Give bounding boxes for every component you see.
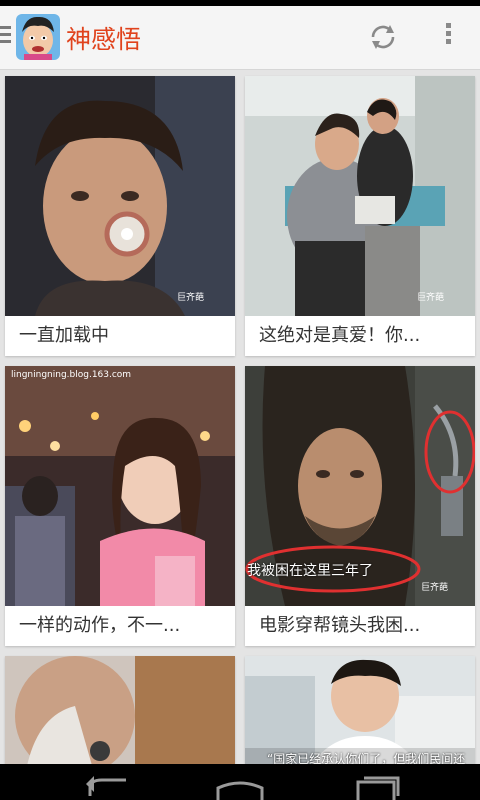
back-icon[interactable]	[80, 774, 140, 800]
image-subtitle: 我被困在这里三年了	[247, 563, 373, 579]
card-image: 巨齐葩	[5, 76, 235, 316]
feed-card[interactable]: 巨齐葩 一直加载中	[5, 76, 235, 356]
image-subtitle: “国家已经承认你们了，但我们民间还	[267, 752, 466, 764]
image-watermark: 巨齐葩	[421, 583, 449, 593]
app-title: 神感悟	[66, 25, 142, 54]
feed-grid: 巨齐葩 一直加载中 巨齐葩 这绝对是真爱！你... lingningning.b…	[0, 70, 480, 764]
image-watermark: 巨齐葩	[177, 293, 205, 303]
card-caption: 一直加载中	[19, 325, 109, 346]
image-watermark: 巨齐葩	[417, 293, 445, 303]
overflow-menu-icon[interactable]	[436, 20, 460, 54]
refresh-icon[interactable]	[366, 20, 400, 54]
home-icon[interactable]	[210, 774, 270, 800]
card-image: “国家已经承认你们了，但我们民间还	[245, 656, 475, 764]
card-caption: 这绝对是真爱！你...	[259, 325, 421, 346]
hamburger-icon[interactable]	[0, 22, 14, 52]
card-caption: 一样的动作，不一...	[19, 615, 181, 636]
card-caption: 电影穿帮镜头我困...	[259, 615, 421, 636]
app-logo[interactable]	[16, 14, 60, 60]
card-image: 巨齐葩	[245, 76, 475, 316]
card-image: lingningning.blog.163.com	[5, 366, 235, 606]
recents-icon[interactable]	[346, 774, 406, 800]
navigation-bar	[0, 764, 480, 800]
image-watermark: lingningning.blog.163.com	[11, 370, 132, 380]
feed-card[interactable]: “国家已经承认你们了，但我们民间还	[245, 656, 475, 764]
card-image	[5, 656, 235, 764]
action-bar: 神感悟	[0, 6, 480, 70]
feed-card[interactable]: 我被困在这里三年了 巨齐葩 电影穿帮镜头我困...	[245, 366, 475, 646]
feed-card[interactable]	[5, 656, 235, 764]
feed-card[interactable]: lingningning.blog.163.com 一样的动作，不一...	[5, 366, 235, 646]
feed-card[interactable]: 巨齐葩 这绝对是真爱！你...	[245, 76, 475, 356]
card-image: 我被困在这里三年了 巨齐葩	[245, 366, 475, 606]
